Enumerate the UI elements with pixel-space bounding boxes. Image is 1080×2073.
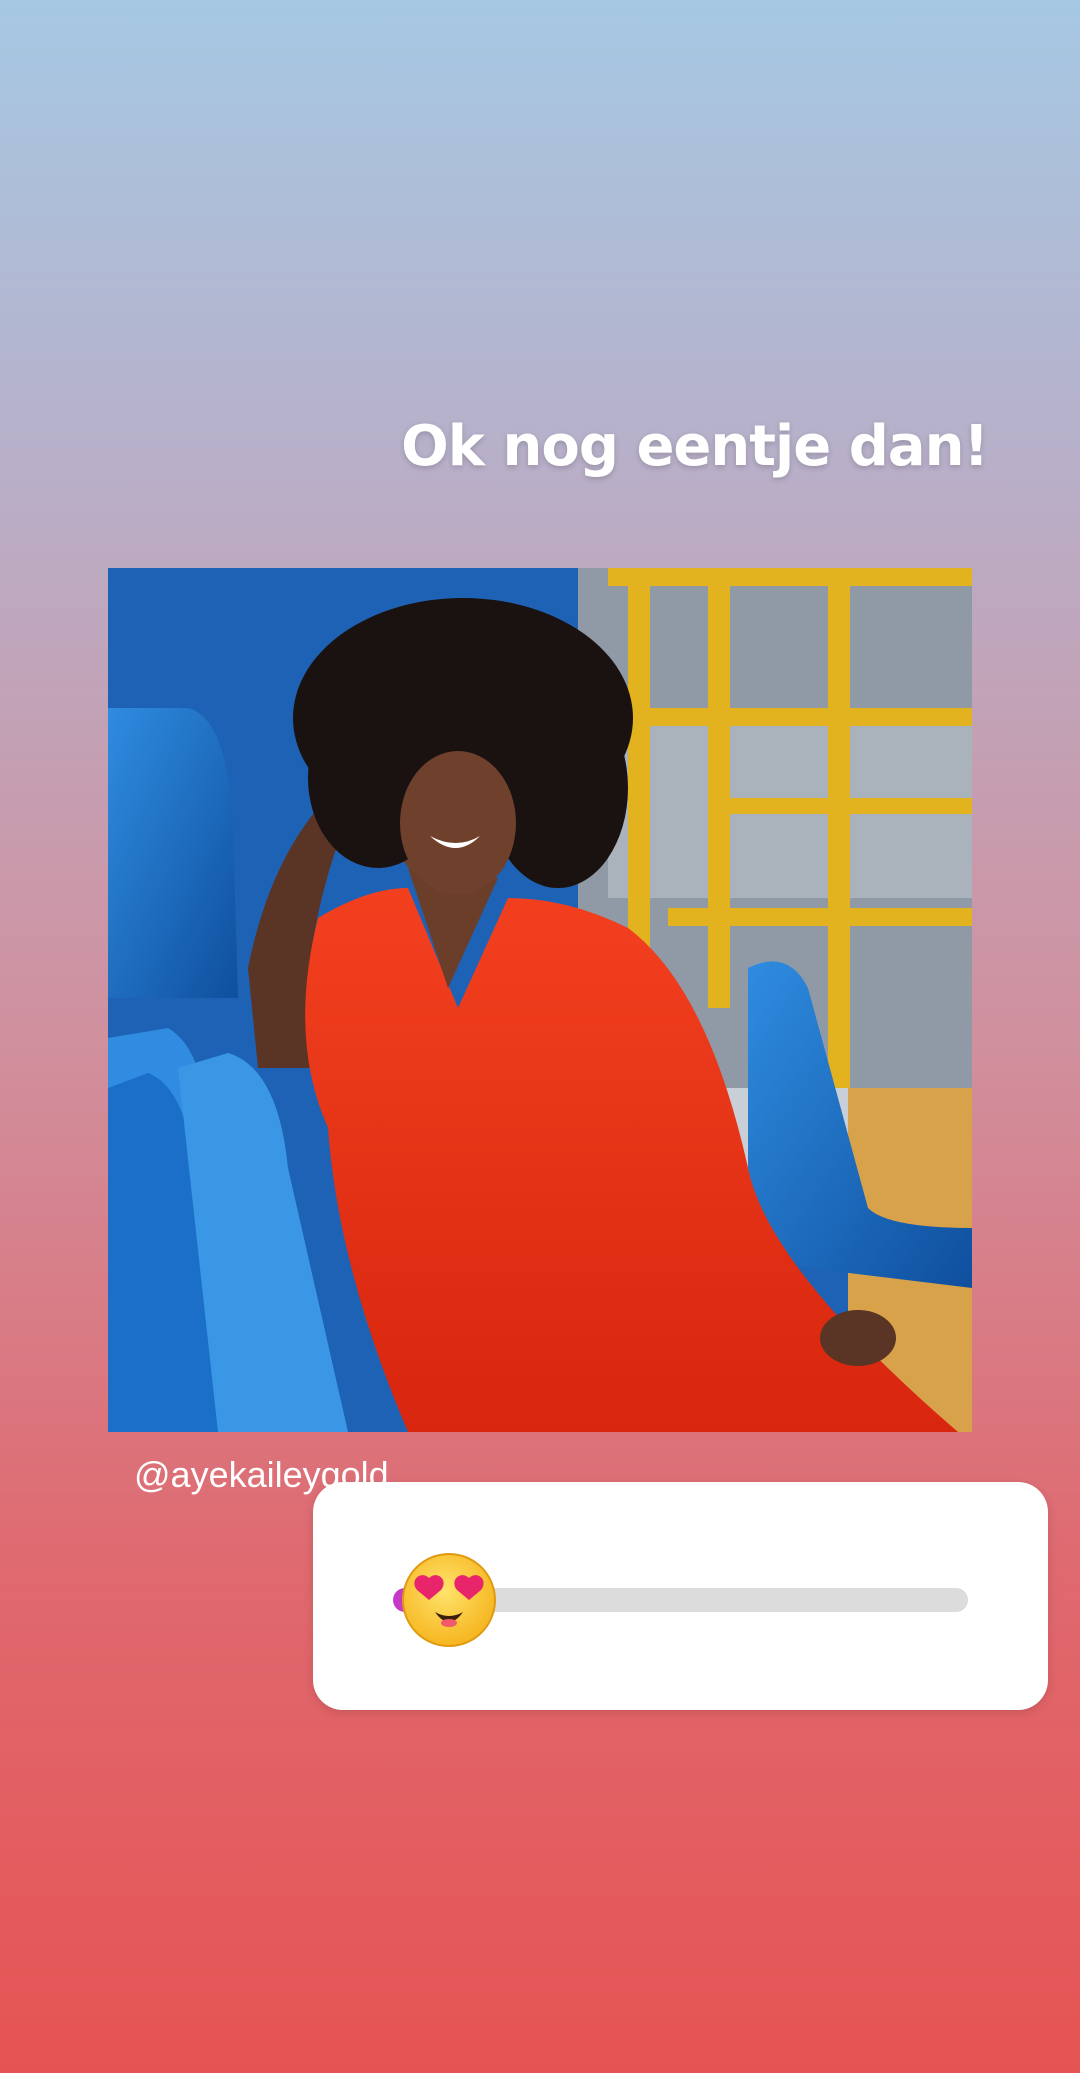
story-caption: Ok nog eentje dan!: [401, 414, 989, 479]
emoji-slider-sticker[interactable]: [313, 1482, 1048, 1710]
story-photo: [108, 568, 972, 1432]
heart-eyes-emoji-icon[interactable]: [399, 1550, 499, 1650]
